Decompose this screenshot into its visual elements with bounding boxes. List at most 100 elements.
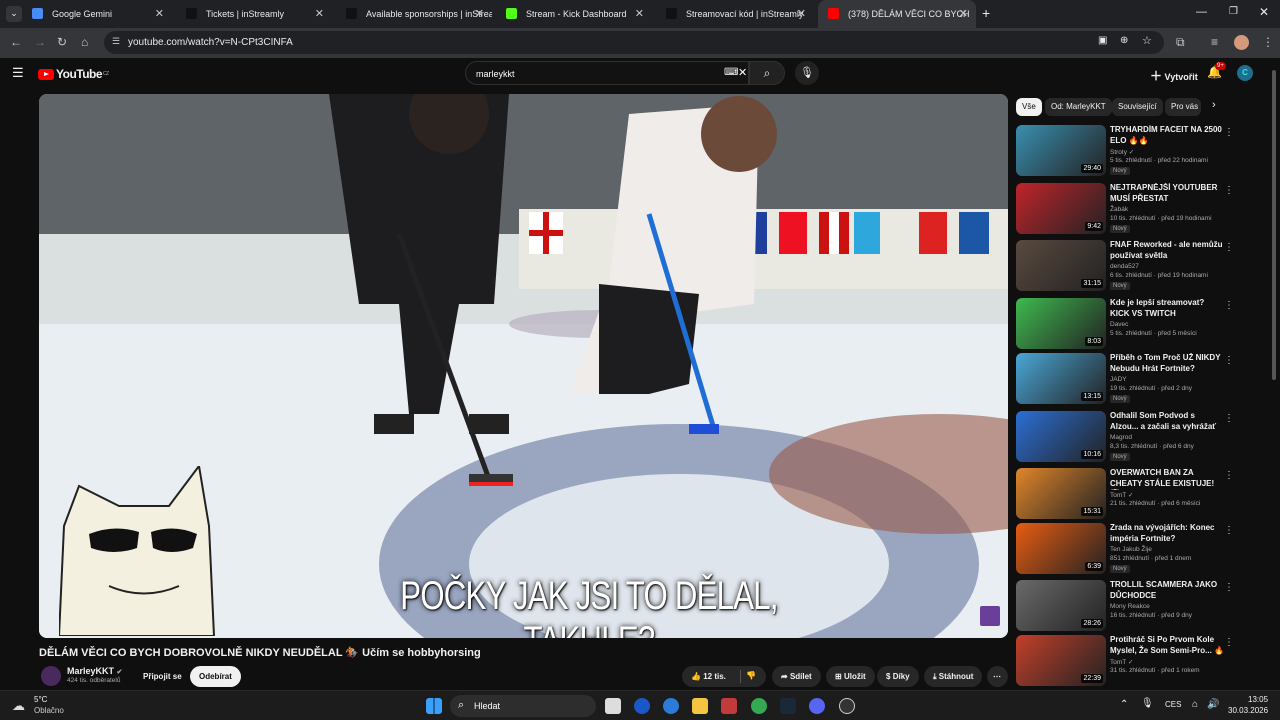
browser-tab[interactable]: Tickets | inStreamly ✕ [176, 0, 332, 28]
more-options-icon[interactable]: ⋮ [1224, 127, 1234, 138]
recommendation-channel[interactable]: Davec [1110, 321, 1128, 328]
recommendation-channel[interactable]: TomT ✓ [1110, 491, 1133, 499]
volume-icon[interactable]: 🔊 [1207, 699, 1219, 710]
recommendation-title[interactable]: OVERWATCH BAN ZA CHEATY STÁLE EXISTUJE! … [1110, 468, 1225, 490]
forward-icon[interactable]: → [34, 35, 46, 49]
url-field[interactable]: ☰ youtube.com/watch?v=N-CPt3CINFA ▣ ⊕ ☆ [104, 31, 1164, 54]
channel-name[interactable]: MarleyKKT ✔ [67, 666, 122, 676]
more-options-icon[interactable]: ⋮ [1224, 185, 1234, 196]
voice-search-button[interactable]: 🎙 [795, 61, 819, 85]
recommendation-channel[interactable]: Žabák [1110, 206, 1128, 213]
thanks-button[interactable]: $ Díky [877, 666, 919, 687]
tab-search-icon[interactable]: ⌄ [6, 6, 22, 22]
video-thumbnail[interactable]: 13:15 [1016, 353, 1106, 404]
maximize-button[interactable]: ❐ [1229, 6, 1238, 17]
create-button[interactable]: ＋ Vytvořit [1142, 62, 1206, 84]
more-options-icon[interactable]: ⋮ [1224, 242, 1234, 253]
bookmark-star-icon[interactable]: ☆ [1142, 34, 1152, 47]
new-tab-button[interactable]: + [982, 5, 990, 21]
close-tab-icon[interactable]: ✕ [797, 7, 806, 20]
recommendation-channel[interactable]: JADY [1110, 376, 1127, 383]
profile-avatar[interactable] [1234, 35, 1249, 50]
recommendation-item[interactable]: 9:42 NEJTRAPNĚJŠÍ YOUTUBER MUSÍ PŘESTAT Ža… [1016, 183, 1256, 235]
obs-icon[interactable] [839, 698, 855, 714]
recommendation-title[interactable]: TRYHARDÍM FACEIT NA 2500 ELO 🔥🔥 [1110, 125, 1225, 146]
recommendation-title[interactable]: Kde je lepší streamovat? KICK VS TWITCH [1110, 298, 1225, 319]
video-thumbnail[interactable]: 8:03 [1016, 298, 1106, 349]
close-tab-icon[interactable]: ✕ [155, 7, 164, 20]
channel-avatar[interactable] [41, 666, 61, 686]
more-options-icon[interactable]: ⋮ [1224, 355, 1234, 366]
recommendation-channel[interactable]: TomT ✓ [1110, 658, 1133, 666]
browser-tab[interactable]: Available sponsorships | inStrea ✕ [336, 0, 492, 28]
more-options-icon[interactable]: ⋮ [1224, 413, 1234, 424]
chrome-icon[interactable] [751, 698, 767, 714]
chip-from-channel[interactable]: Od: MarleyKKT [1045, 98, 1112, 116]
browser-tab[interactable]: Stream - Kick Dashboard ✕ [496, 0, 652, 28]
more-options-icon[interactable]: ⋮ [1224, 470, 1234, 481]
copilot-icon[interactable] [634, 698, 650, 714]
back-icon[interactable]: ← [10, 35, 22, 49]
download-button[interactable]: ⤓ Stáhnout [924, 666, 983, 687]
close-tab-icon[interactable]: ✕ [635, 7, 644, 20]
recommendation-item[interactable]: 29:40 TRYHARDÍM FACEIT NA 2500 ELO 🔥🔥 Stro… [1016, 125, 1256, 177]
recommendation-title[interactable]: Protihráč Si Po Prvom Kole Myslel, Že So… [1110, 635, 1225, 656]
close-tab-icon[interactable]: ✕ [475, 7, 484, 20]
keyboard-icon[interactable]: ⌨ [724, 67, 738, 78]
recommendation-channel[interactable]: denda527 [1110, 263, 1139, 270]
recommendation-item[interactable]: 13:15 Příběh o Tom Proč UŽ NIKDY Nebudu H… [1016, 353, 1256, 405]
recommendation-title[interactable]: FNAF Reworked - ale nemůžu používat svět… [1110, 240, 1225, 261]
discord-icon[interactable] [809, 698, 825, 714]
video-thumbnail[interactable]: 31:15 [1016, 240, 1106, 291]
recommendation-title[interactable]: Příběh o Tom Proč UŽ NIKDY Nebudu Hrát F… [1110, 353, 1225, 374]
recommendation-item[interactable]: 6:39 Zrada na vývojářích: Konec impéria F… [1016, 523, 1256, 575]
recommendation-item[interactable]: 10:16 Odhalil Som Podvod s Alzou... a zač… [1016, 411, 1256, 463]
site-info-icon[interactable]: ☰ [112, 36, 120, 47]
clear-search-icon[interactable]: ✕ [738, 66, 747, 79]
share-button[interactable]: ➦ Sdílet [772, 666, 821, 687]
extensions-icon[interactable]: ⧉ [1176, 35, 1185, 50]
video-player[interactable]: POČKY JAK JSI TO DĚLAL, TAKHLE? [39, 94, 1008, 638]
browser-tab[interactable]: Streamovací kód | inStreamly ✕ [656, 0, 814, 28]
task-view-icon[interactable] [605, 698, 621, 714]
video-thumbnail[interactable]: 10:16 [1016, 411, 1106, 462]
more-actions-button[interactable]: ⋯ [987, 666, 1008, 687]
recommendation-title[interactable]: Odhalil Som Podvod s Alzou... a začali s… [1110, 411, 1225, 432]
more-options-icon[interactable]: ⋮ [1224, 582, 1234, 593]
browser-tab[interactable]: (378) DĚLÁM VĚCI CO BYCH ✕ [818, 0, 976, 28]
recommendation-item[interactable]: 31:15 FNAF Reworked - ale nemůžu používat… [1016, 240, 1256, 292]
unsubscribe-button[interactable]: Odebírat [190, 666, 241, 687]
search-input[interactable]: marleykkt ⌨ ✕ [465, 61, 749, 85]
network-icon[interactable]: ⌂ [1192, 699, 1198, 710]
video-thumbnail[interactable]: 6:39 [1016, 523, 1106, 574]
recommendation-channel[interactable]: Stroty ✓ [1110, 148, 1134, 156]
steam-icon[interactable] [780, 698, 796, 714]
video-thumbnail[interactable]: 15:31 [1016, 468, 1106, 519]
search-button[interactable]: ⌕ [749, 61, 785, 85]
account-avatar[interactable]: C [1237, 65, 1253, 81]
home-icon[interactable]: ⌂ [81, 35, 88, 49]
chip-related[interactable]: Související [1112, 98, 1163, 116]
file-explorer-icon[interactable] [692, 698, 708, 714]
recommendation-channel[interactable]: Ten Jakub Žije [1110, 546, 1152, 553]
dislike-button[interactable]: 👎 [746, 671, 756, 680]
video-thumbnail[interactable]: 9:42 [1016, 183, 1106, 234]
clock-time[interactable]: 13:05 [1248, 695, 1268, 704]
join-button[interactable]: Připojit se [134, 666, 191, 687]
minimize-button[interactable]: — [1196, 6, 1207, 18]
hamburger-menu-icon[interactable]: ☰ [12, 65, 24, 81]
recommendation-channel[interactable]: Magrod [1110, 434, 1132, 441]
close-window-button[interactable]: ✕ [1259, 5, 1269, 19]
menu-kebab-icon[interactable]: ⋮ [1262, 35, 1274, 49]
more-options-icon[interactable]: ⋮ [1224, 637, 1234, 648]
more-options-icon[interactable]: ⋮ [1224, 525, 1234, 536]
chip-for-you[interactable]: Pro vás [1165, 98, 1201, 116]
video-thumbnail[interactable]: 28:26 [1016, 580, 1106, 631]
recommendation-title[interactable]: TROLLIL SCAMMERA JAKO DŮCHODCE [1110, 580, 1225, 601]
recommendation-item[interactable]: 15:31 OVERWATCH BAN ZA CHEATY STÁLE EXIST… [1016, 468, 1256, 520]
recommendation-title[interactable]: Zrada na vývojářích: Konec impéria Fortn… [1110, 523, 1225, 544]
mic-tray-icon[interactable]: 🎙 [1141, 698, 1154, 709]
recommendation-item[interactable]: 28:26 TROLLIL SCAMMERA JAKO DŮCHODCE Mony … [1016, 580, 1256, 632]
page-scrollbar[interactable] [1272, 70, 1276, 380]
video-thumbnail[interactable]: 29:40 [1016, 125, 1106, 176]
